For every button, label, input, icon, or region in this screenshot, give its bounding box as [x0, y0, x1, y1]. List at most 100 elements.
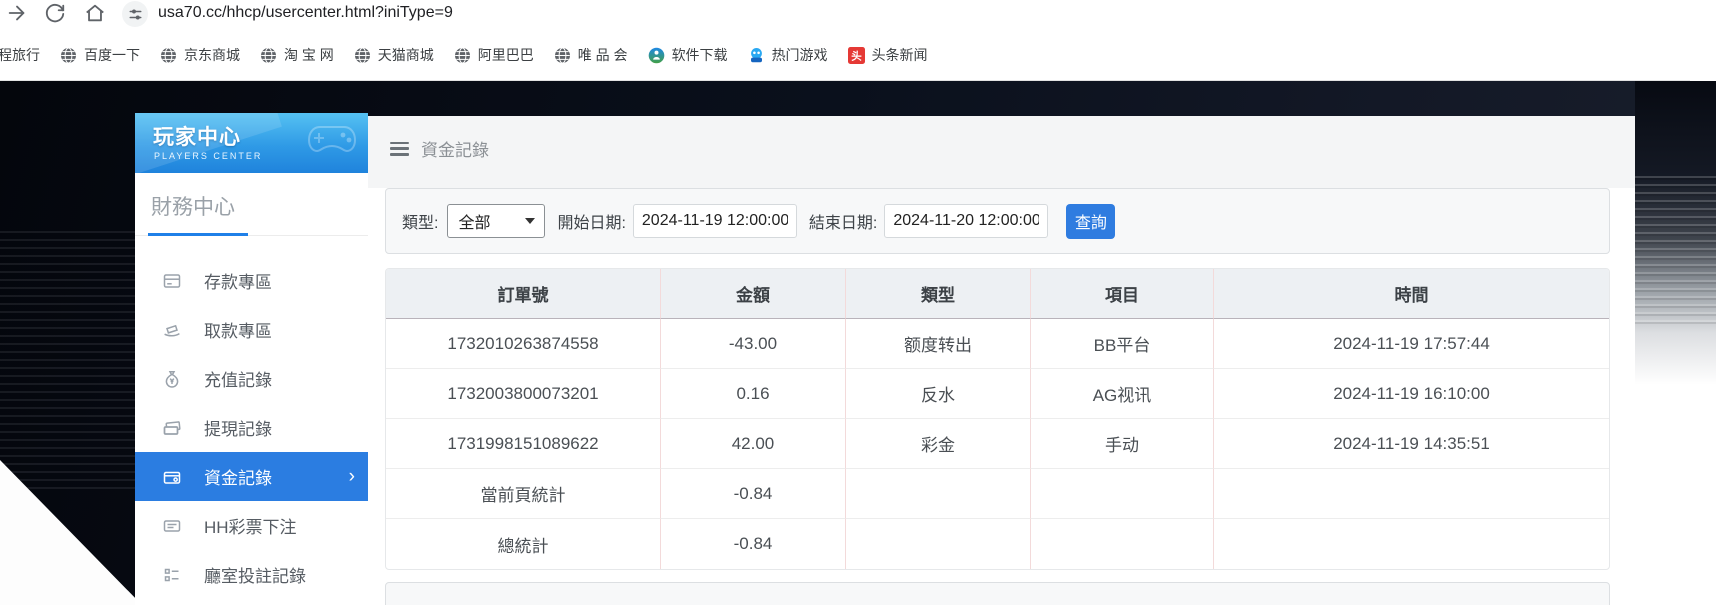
globe-icon — [354, 47, 371, 64]
forward-icon[interactable] — [6, 2, 28, 24]
globe-icon — [554, 47, 571, 64]
site-info-icon[interactable] — [122, 1, 148, 27]
bookmark-label: 热门游戏 — [772, 45, 828, 65]
sidebar-menu-item[interactable]: 取款專區 — [135, 305, 368, 354]
bookmark-label: 京东商城 — [184, 45, 240, 65]
sidebar-menu: 存款專區 取款專區 充值記錄 提現記錄 — [135, 256, 368, 599]
bookmark-item[interactable]: 头 头条新闻 — [848, 45, 928, 65]
bookmark-item[interactable]: 软件下载 — [648, 45, 728, 65]
breadcrumb: 資金記錄 — [390, 136, 489, 161]
globe-icon — [60, 47, 77, 64]
sidebar-menu-item[interactable]: HH彩票下注 — [135, 501, 368, 550]
table-row: 1731998151089622 42.00 彩金 手动 2024-11-19 … — [386, 419, 1609, 469]
menu-item-label: 廳室投註記錄 — [204, 562, 306, 587]
cell-type: 额度转出 — [846, 319, 1031, 369]
cell-type: 彩金 — [846, 419, 1031, 469]
bookmark-item[interactable]: 天猫商城 — [354, 45, 434, 65]
table-row: 1732003800073201 0.16 反水 AG视讯 2024-11-19… — [386, 369, 1609, 419]
bookmark-item[interactable]: 淘 宝 网 — [260, 45, 334, 65]
bookmark-label: 阿里巴巴 — [478, 45, 534, 65]
menu-item-label: 充值記錄 — [204, 366, 272, 391]
players-center-subtitle: PLAYERS CENTER — [135, 151, 368, 161]
pagination-prev-icon[interactable]: ‹ — [402, 599, 416, 605]
bookmark-label: 唯 品 会 — [578, 45, 628, 65]
address-bar[interactable]: usa70.cc/hhcp/usercenter.html?iniType=9 — [158, 4, 453, 22]
sidebar-menu-item[interactable]: 提現記錄 — [135, 403, 368, 452]
cell-order-no: 總統計 — [386, 519, 661, 569]
cell-amount: -43.00 — [661, 319, 846, 369]
globe-icon — [160, 47, 177, 64]
table-header-cell: 項目 — [1031, 269, 1214, 319]
sidebar-menu-item[interactable]: 充值記錄 — [135, 354, 368, 403]
game-icon — [748, 47, 765, 64]
software-icon — [648, 47, 665, 64]
pagination-panel: ‹ — [385, 582, 1610, 605]
players-center-title: 玩家中心 — [135, 113, 368, 151]
cell-project: AG视讯 — [1031, 369, 1214, 419]
bookmark-item[interactable]: 百度一下 — [60, 45, 140, 65]
bookmark-item[interactable]: 唯 品 会 — [554, 45, 628, 65]
end-date-input[interactable] — [884, 204, 1048, 238]
type-select[interactable]: 全部 — [447, 204, 545, 238]
cell-amount: 42.00 — [661, 419, 846, 469]
deposit-icon — [162, 271, 182, 291]
browser-toolbar: usa70.cc/hhcp/usercenter.html?iniType=9 — [0, 0, 1716, 30]
cell-time: 2024-11-19 17:57:44 — [1214, 319, 1609, 369]
filter-panel: 類型: 全部 開始日期: 結束日期: 查詢 — [385, 188, 1610, 254]
sidebar-header: 玩家中心 PLAYERS CENTER — [135, 113, 368, 173]
menu-item-label: 提現記錄 — [204, 415, 272, 440]
bookmark-item[interactable]: 热门游戏 — [748, 45, 828, 65]
cell-project — [1031, 519, 1214, 569]
page-background: 玩家中心 PLAYERS CENTER 財務中心 存款專區 取款專區 — [0, 81, 1716, 605]
globe-icon — [454, 47, 471, 64]
table-row: 總統計 -0.84 — [386, 519, 1609, 569]
cell-time — [1214, 519, 1609, 569]
bookmark-item[interactable]: 程旅行 — [0, 45, 40, 65]
sidebar: 玩家中心 PLAYERS CENTER 財務中心 存款專區 取款專區 — [135, 113, 368, 605]
withdraw-icon — [162, 320, 182, 340]
finance-section-title: 財務中心 — [151, 191, 368, 221]
cell-order-no: 1732003800073201 — [386, 369, 661, 419]
cell-time — [1214, 469, 1609, 519]
svg-text:头: 头 — [851, 49, 862, 62]
sidebar-menu-item[interactable]: 資金記錄 › — [135, 452, 368, 501]
sidebar-menu-item[interactable]: 廳室投註記錄 — [135, 550, 368, 599]
recharge-icon — [162, 369, 182, 389]
table-row: 當前頁統計 -0.84 — [386, 469, 1609, 519]
start-date-input[interactable] — [633, 204, 797, 238]
sidebar-menu-item[interactable]: 存款專區 — [135, 256, 368, 305]
page-title: 資金記錄 — [421, 136, 489, 161]
main-content: 資金記錄 類型: 全部 開始日期: 結束日期: 查詢 訂單號金額類型項目時間 1… — [368, 116, 1635, 605]
cashout-icon — [162, 418, 182, 438]
cell-order-no: 1732010263874558 — [386, 319, 661, 369]
cell-type — [846, 519, 1031, 569]
reload-icon[interactable] — [44, 2, 66, 24]
lottery-icon — [162, 516, 182, 536]
search-button[interactable]: 查詢 — [1066, 204, 1115, 239]
table-row: 1732010263874558 -43.00 额度转出 BB平台 2024-1… — [386, 319, 1609, 369]
cell-time: 2024-11-19 14:35:51 — [1214, 419, 1609, 469]
hamburger-icon[interactable] — [390, 142, 409, 156]
chevron-down-icon — [525, 218, 535, 224]
type-select-value: 全部 — [458, 209, 490, 233]
bookmark-item[interactable]: 京东商城 — [160, 45, 240, 65]
content-header-band — [368, 116, 1635, 188]
table-header-row: 訂單號金額類型項目時間 — [386, 269, 1609, 319]
table-header-cell: 時間 — [1214, 269, 1609, 319]
cell-project: BB平台 — [1031, 319, 1214, 369]
menu-item-label: 取款專區 — [204, 317, 272, 342]
background-streaks-right — [1635, 81, 1716, 605]
hall-icon — [162, 565, 182, 585]
start-date-label: 開始日期: — [557, 209, 625, 233]
cell-order-no: 當前頁統計 — [386, 469, 661, 519]
bookmark-item[interactable]: 阿里巴巴 — [454, 45, 534, 65]
table-header-cell: 金額 — [661, 269, 846, 319]
bookmark-label: 头条新闻 — [872, 45, 928, 65]
table-header-cell: 類型 — [846, 269, 1031, 319]
menu-item-label: 資金記錄 — [204, 464, 272, 489]
bookmark-label: 天猫商城 — [378, 45, 434, 65]
bookmark-label: 软件下载 — [672, 45, 728, 65]
globe-icon — [260, 47, 277, 64]
home-icon[interactable] — [84, 2, 106, 24]
bookmark-label: 百度一下 — [84, 45, 140, 65]
